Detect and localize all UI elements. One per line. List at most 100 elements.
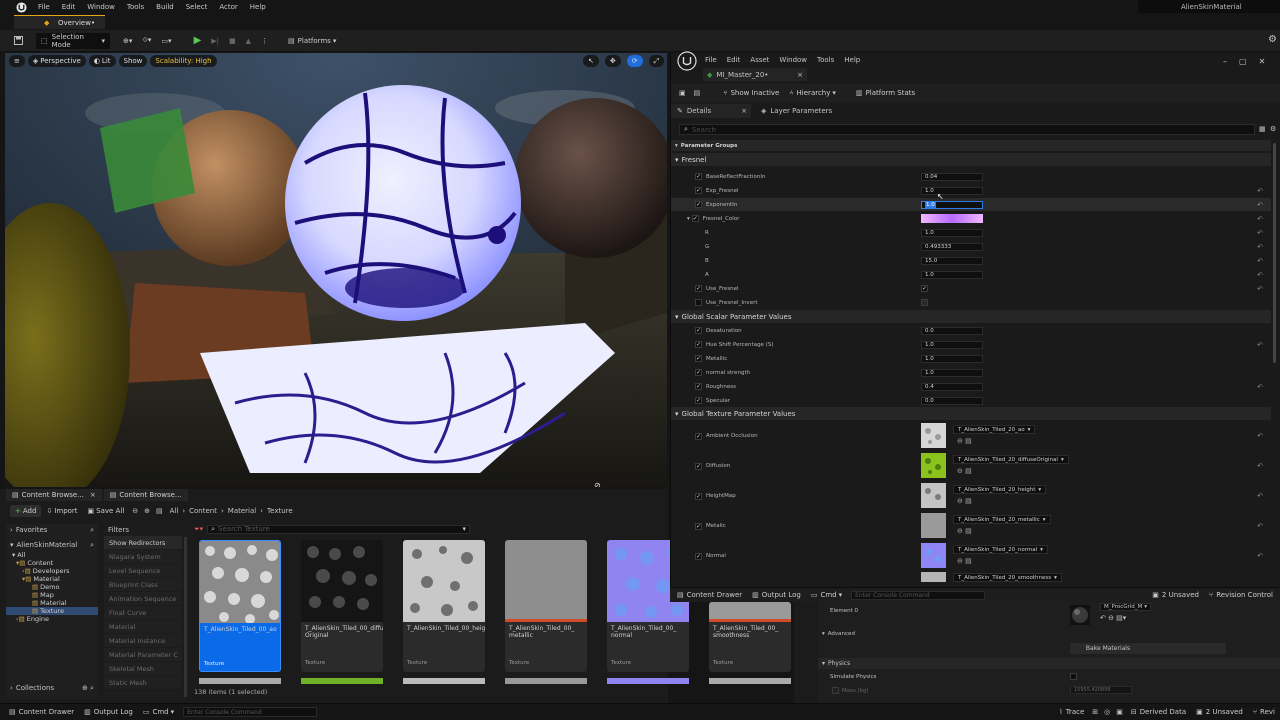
texture-thumbnail[interactable]	[921, 453, 946, 478]
override-checkbox[interactable]: ✓	[695, 432, 702, 440]
settings-icon[interactable]: ⚙	[1268, 34, 1277, 45]
minimize-icon[interactable]: –	[1223, 57, 1227, 66]
add-actor-button[interactable]: ⊕▾	[118, 33, 137, 49]
override-checkbox[interactable]: ✓	[695, 462, 702, 470]
override-checkbox[interactable]: ✓	[695, 201, 702, 208]
cinematics-button[interactable]: ▭▾	[156, 33, 176, 49]
browse-asset-icon[interactable]: ⊖ ▤	[957, 557, 972, 565]
breadcrumb-all[interactable]: All	[170, 507, 179, 515]
unsaved-button[interactable]: ▣ 2 Unsaved	[1147, 587, 1204, 603]
show-inactive-button[interactable]: ⑂ Show Inactive	[718, 85, 784, 101]
reset-to-default-icon[interactable]: ↶	[1257, 492, 1263, 500]
tree-item-texture[interactable]: ▤ Texture	[6, 607, 98, 615]
override-checkbox[interactable]: ✓	[695, 492, 702, 500]
tree-item-material[interactable]: ▾▤ Material	[6, 575, 98, 583]
show-button[interactable]: Show	[118, 55, 148, 67]
asset-search-input[interactable]: ⌕ Search Texture ▾	[207, 524, 470, 534]
realtime-off-icon[interactable]: ⊘	[594, 481, 601, 487]
filter-show-redirectors[interactable]: Show Redirectors	[104, 536, 182, 550]
mi-menu-help[interactable]: Help	[844, 56, 860, 64]
filter-material-instance[interactable]: Material Instance	[104, 634, 182, 648]
texture-thumbnail[interactable]	[921, 572, 946, 582]
chevron-down-icon[interactable]: ▾	[687, 216, 690, 222]
param-value-input[interactable]: 1.0	[921, 368, 983, 377]
asset-thumb-peek[interactable]	[709, 678, 791, 684]
close-icon[interactable]: ×	[741, 107, 747, 115]
chevron-down-icon[interactable]: ▾	[462, 525, 466, 533]
override-checkbox[interactable]: ✓	[695, 187, 702, 194]
texture-asset-dropdown[interactable]: T_AlienSkin_Tiled_20_smoothness ▾	[953, 573, 1062, 582]
parameter-groups-header[interactable]: ▾ Parameter Groups	[671, 140, 1271, 152]
asset-tile-ao[interactable]: T_AlienSkin_Tiled_00_ao Texture	[199, 540, 281, 672]
platform-stats-button[interactable]: ▥ Platform Stats	[851, 85, 920, 101]
output-log-button[interactable]: ▥ Output Log	[747, 587, 806, 603]
filter-material-parameter[interactable]: Material Parameter C	[104, 648, 182, 662]
select-tool-button[interactable]: ↖	[583, 55, 599, 67]
move-tool-button[interactable]: ✥	[604, 55, 621, 67]
menu-select[interactable]: Select	[186, 3, 208, 11]
browse-icon[interactable]: ▤	[694, 89, 701, 97]
texture-section-header[interactable]: ▾ Global Texture Parameter Values	[671, 407, 1271, 421]
asset-tile-metallic[interactable]: T_AlienSkin_Tiled_00_ metallic Texture	[505, 540, 587, 672]
close-icon[interactable]: ×	[797, 71, 803, 79]
selection-mode-button[interactable]: ⬚ Selection Mode ▾	[36, 32, 110, 49]
revision-control-button[interactable]: ⑂ Revi	[1248, 704, 1280, 720]
override-checkbox[interactable]: ✓	[695, 285, 702, 292]
reset-to-default-icon[interactable]: ↶	[1257, 257, 1263, 265]
tree-item-map[interactable]: ▤ Map	[6, 591, 98, 599]
menu-file[interactable]: File	[38, 3, 50, 11]
tree-item-material-sub[interactable]: ▤ Material	[6, 599, 98, 607]
overview-tab[interactable]: ◆ Overview•	[14, 15, 106, 29]
menu-actor[interactable]: Actor	[219, 3, 237, 11]
tree-item-content[interactable]: ▾▤ Content	[6, 559, 98, 567]
asset-tile-diffuse[interactable]: T_AlienSkin_Tiled_00_diffuse Original Te…	[301, 540, 383, 672]
folder-icon[interactable]: ▤	[156, 507, 163, 515]
param-value-input[interactable]: 1.0	[921, 340, 983, 349]
filter-scrollbar[interactable]	[184, 537, 187, 697]
maximize-icon[interactable]: ▢	[1239, 57, 1247, 66]
tree-item-demo[interactable]: ▤ Demo	[6, 583, 98, 591]
reset-to-default-icon[interactable]: ↶	[1257, 522, 1263, 530]
advanced-header[interactable]: ▾ Advanced	[822, 631, 855, 637]
reset-to-default-icon[interactable]: ↶	[1257, 383, 1263, 391]
trace-button[interactable]: ⌇ Trace	[1054, 704, 1089, 720]
eject-button[interactable]: ▲	[241, 33, 256, 49]
asset-tile-height[interactable]: T_AlienSkin_Tiled_00_height Texture	[403, 540, 485, 672]
stop-button[interactable]: ■	[224, 33, 241, 49]
breadcrumb-texture[interactable]: Texture	[267, 507, 293, 515]
content-drawer-button[interactable]: ▤ Content Drawer	[672, 587, 747, 603]
favorites-header[interactable]: › Favorites ⌕	[6, 524, 98, 536]
filter-niagara-system[interactable]: Niagara System	[104, 550, 182, 564]
content-browser-tab-1[interactable]: ▤ Content Browse... ×	[6, 489, 102, 501]
add-collection-icon[interactable]: ⊕ ⌕	[82, 684, 94, 693]
mass-value-input[interactable]: 15955.420898	[1070, 686, 1132, 694]
reset-to-default-icon[interactable]: ↶	[1257, 462, 1263, 470]
override-checkbox[interactable]: ✓	[695, 552, 702, 560]
channel-value-input[interactable]: 1.0	[921, 228, 983, 237]
override-checkbox[interactable]: ✓	[695, 355, 702, 362]
reset-to-default-icon[interactable]: ↶	[1257, 187, 1263, 195]
simulate-physics-checkbox[interactable]	[1070, 673, 1077, 680]
lit-button[interactable]: ◐ Lit	[88, 55, 116, 67]
filter-level-sequence[interactable]: Level Sequence	[104, 564, 182, 578]
mi-menu-asset[interactable]: Asset	[750, 56, 769, 64]
import-button[interactable]: ⇩ Import	[41, 503, 82, 519]
asset-tile-smoothness[interactable]: T_AlienSkin_Tiled_00_ smoothness Texture	[709, 602, 791, 672]
search-icon[interactable]: ⌕	[90, 526, 94, 535]
rotate-tool-button[interactable]: ⟳	[626, 55, 643, 67]
asset-thumb-peek[interactable]	[607, 678, 689, 684]
cmd-dropdown[interactable]: ▭ Cmd ▾	[806, 587, 847, 603]
content-drawer-button[interactable]: ▤ Content Drawer	[4, 704, 79, 720]
filter-animation-sequence[interactable]: Animation Sequence	[104, 592, 182, 606]
asset-thumb-peek[interactable]	[301, 678, 383, 684]
details-tab[interactable]: ✎ Details ×	[671, 104, 751, 118]
tree-item-all[interactable]: ▾ All	[6, 551, 98, 559]
param-value-input-active[interactable]: 1.0	[921, 200, 983, 209]
close-icon[interactable]: ×	[90, 491, 96, 499]
unreal-logo-icon[interactable]	[10, 0, 32, 14]
override-checkbox[interactable]: ✓	[695, 327, 702, 334]
search-icon[interactable]: ⌕	[90, 541, 94, 550]
param-value-input[interactable]: 1.0	[921, 186, 983, 195]
details-scrollbar[interactable]	[1273, 143, 1276, 363]
camera-icon[interactable]: ▣	[1116, 708, 1123, 716]
